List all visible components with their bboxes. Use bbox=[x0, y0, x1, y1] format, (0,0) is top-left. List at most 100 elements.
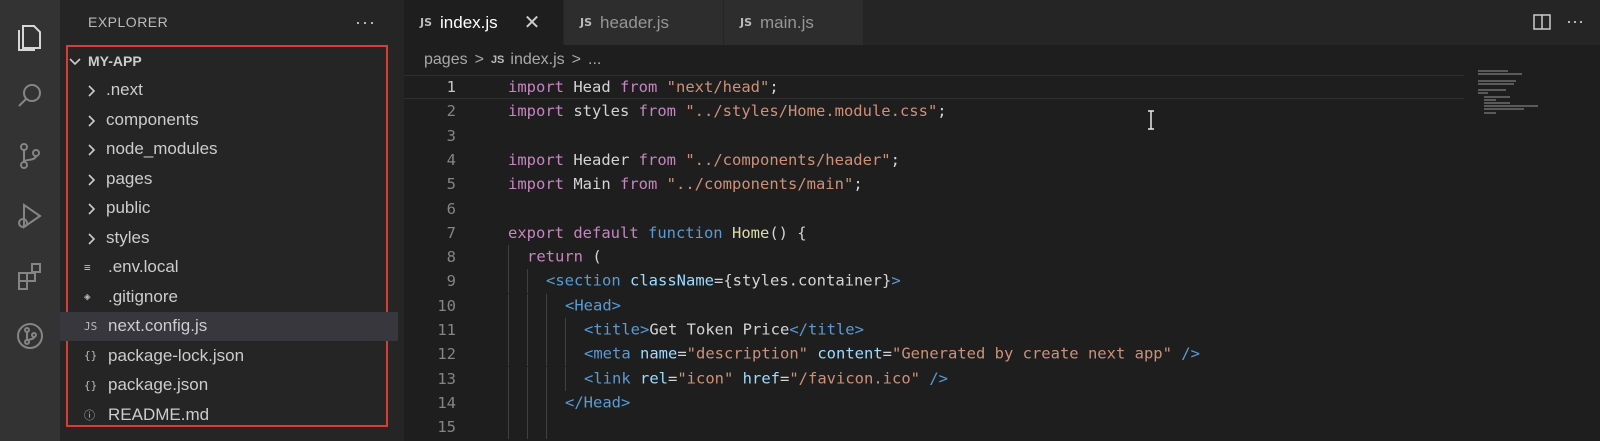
file-type-icon: {} bbox=[84, 378, 98, 392]
code-text: import styles from "../styles/Home.modul… bbox=[492, 102, 947, 120]
indent-guide bbox=[508, 390, 527, 415]
file-type-icon: JS bbox=[84, 319, 98, 333]
explorer-button[interactable] bbox=[0, 6, 60, 66]
tree-root-my-app[interactable]: MY-APP bbox=[60, 46, 398, 75]
breadcrumb-pages[interactable]: pages bbox=[424, 51, 468, 69]
tree-folder[interactable]: node_modules bbox=[60, 135, 398, 164]
tab-main-js[interactable]: JS main.js bbox=[724, 0, 864, 45]
file-type-icon: ⓘ bbox=[84, 408, 95, 422]
git-graph-button[interactable] bbox=[0, 306, 60, 366]
tree-item-label: .env.local bbox=[108, 257, 179, 276]
chevron-right-icon bbox=[84, 172, 98, 186]
editor-more-actions-button[interactable]: ··· bbox=[1566, 11, 1584, 32]
tree-folder[interactable]: pages bbox=[60, 164, 398, 193]
code-line[interactable]: 7 export default function Home() { bbox=[404, 221, 1464, 245]
more-actions-button[interactable]: ··· bbox=[355, 12, 376, 33]
code-line[interactable]: 5 import Main from "../components/main"; bbox=[404, 172, 1464, 196]
search-button[interactable] bbox=[0, 66, 60, 126]
activity-bar bbox=[0, 0, 60, 441]
source-control-button[interactable] bbox=[0, 126, 60, 186]
code-token: "Generated by create next app" bbox=[892, 344, 1182, 363]
minimap-line bbox=[1478, 73, 1522, 76]
code-line[interactable]: 6 bbox=[404, 197, 1464, 221]
code-line[interactable]: 10 <Head> bbox=[404, 293, 1464, 318]
minimap-line bbox=[1484, 102, 1510, 104]
code-token: /> bbox=[1181, 344, 1200, 363]
tree-file[interactable]: ⓘ README.md bbox=[60, 400, 398, 429]
tree-file[interactable]: ◈ .gitignore bbox=[60, 282, 398, 311]
code-token: href bbox=[742, 369, 780, 388]
code-token: = bbox=[677, 344, 687, 363]
tree-item-label: .gitignore bbox=[108, 286, 178, 306]
code-token: import bbox=[508, 175, 574, 194]
tree-file[interactable]: {} package.json bbox=[60, 371, 398, 400]
indent-guide bbox=[546, 366, 565, 391]
code-text: import Main from "../components/main"; bbox=[492, 175, 863, 193]
code-line[interactable]: 2 import styles from "../styles/Home.modu… bbox=[404, 99, 1464, 123]
tab-label: header.js bbox=[600, 12, 670, 32]
code-token: "icon" bbox=[677, 369, 743, 388]
code-line[interactable]: 1 import Head from "next/head"; bbox=[404, 75, 1464, 99]
code-token: return bbox=[527, 247, 593, 266]
code-line[interactable]: 13 <link rel="icon" href="/favicon.ico" /… bbox=[404, 366, 1464, 391]
code-line[interactable]: 8 return ( bbox=[404, 245, 1464, 270]
tree-item-label: public bbox=[106, 198, 151, 217]
extensions-button[interactable] bbox=[0, 246, 60, 306]
code-token: Get Token Price bbox=[649, 320, 790, 339]
tree-folder[interactable]: styles bbox=[60, 223, 398, 252]
line-number: 2 bbox=[446, 102, 456, 121]
line-number: 14 bbox=[437, 393, 456, 412]
tree-item-label: node_modules bbox=[106, 139, 218, 158]
tree-folder[interactable]: public bbox=[60, 194, 398, 223]
code-line[interactable]: 9 <section className={styles.container}> bbox=[404, 269, 1464, 294]
code-token: from bbox=[620, 78, 667, 96]
line-number: 8 bbox=[446, 248, 456, 267]
code-token: <title> bbox=[584, 320, 650, 339]
tree-item-label: components bbox=[106, 109, 199, 129]
indent-guide bbox=[565, 318, 584, 342]
minimap[interactable] bbox=[1478, 70, 1538, 120]
tab-header-js[interactable]: JS header.js bbox=[564, 0, 724, 45]
line-number: 15 bbox=[437, 418, 456, 437]
tree-folder[interactable]: .next bbox=[60, 76, 398, 105]
code-line[interactable]: 14 </Head> bbox=[404, 390, 1464, 415]
breadcrumb-symbols[interactable]: ... bbox=[588, 51, 601, 69]
code-token: rel bbox=[640, 369, 668, 388]
line-number: 11 bbox=[437, 321, 456, 339]
indent-guide bbox=[527, 390, 546, 415]
line-number: 5 bbox=[446, 175, 456, 194]
code-line[interactable]: 12 <meta name="description" content="Gene… bbox=[404, 342, 1464, 367]
code-line[interactable]: 11 <title>Get Token Price</title> bbox=[404, 318, 1464, 342]
code-token: "/favicon.ico" bbox=[789, 369, 930, 388]
code-line[interactable]: 15 bbox=[404, 415, 1464, 440]
indent-guide bbox=[546, 293, 565, 318]
code-token: from bbox=[638, 150, 686, 169]
tree-file[interactable]: ≡ .env.local bbox=[60, 253, 398, 282]
line-number: 4 bbox=[446, 150, 456, 169]
indent-guide bbox=[527, 318, 546, 342]
indent-guide bbox=[508, 293, 527, 318]
indent-guide bbox=[546, 318, 565, 342]
breadcrumb-file[interactable]: index.js bbox=[510, 51, 564, 69]
code-token: /> bbox=[929, 369, 948, 388]
tree-file[interactable]: {} package-lock.json bbox=[60, 341, 398, 370]
code-line[interactable]: 4 import Header from "../components/heade… bbox=[404, 148, 1464, 172]
indent-guide bbox=[527, 415, 546, 440]
split-editor-icon[interactable] bbox=[1532, 12, 1552, 32]
code-text: <title>Get Token Price</title> bbox=[492, 318, 864, 342]
code-editor[interactable]: 1 import Head from "next/head"; 2 import st… bbox=[404, 75, 1464, 441]
code-line[interactable]: 3 bbox=[404, 124, 1464, 148]
tree-folder[interactable]: components bbox=[60, 105, 398, 134]
tree-file[interactable]: JS next.config.js bbox=[60, 311, 398, 341]
code-text: import Head from "next/head"; bbox=[492, 78, 779, 96]
tab-index-js[interactable]: JS index.js ✕ bbox=[404, 0, 564, 45]
run-debug-button[interactable] bbox=[0, 186, 60, 246]
indent-guide bbox=[508, 366, 527, 391]
close-tab-icon[interactable]: ✕ bbox=[524, 10, 541, 35]
line-number: 1 bbox=[446, 78, 456, 96]
line-number: 13 bbox=[437, 369, 456, 388]
js-file-icon: JS bbox=[490, 54, 505, 66]
indent-guide bbox=[565, 366, 584, 391]
indent-guide bbox=[527, 366, 546, 391]
indent-guide bbox=[546, 342, 565, 367]
